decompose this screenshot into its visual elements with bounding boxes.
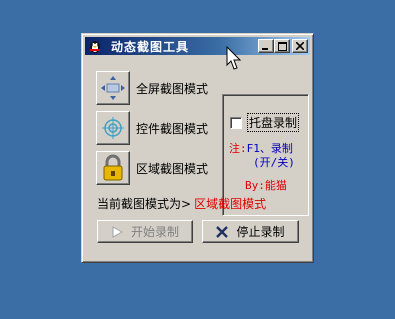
note-toggle: (开/关) <box>253 156 295 169</box>
mode-fullscreen-label: 全屏截图模式 <box>136 81 209 96</box>
start-record-button[interactable]: 开始录制 <box>97 220 193 243</box>
mode-control-label: 控件截图模式 <box>136 121 209 136</box>
play-icon <box>111 225 123 238</box>
mode-region-row[interactable]: 区域截图模式 <box>96 151 208 185</box>
current-mode-value: 区域截图模式 <box>194 197 267 211</box>
target-crosshair-icon <box>102 117 124 139</box>
title-bar[interactable]: 动态截图工具 <box>85 37 310 55</box>
stop-record-label: 停止录制 <box>236 225 285 239</box>
minimize-button[interactable] <box>258 39 274 53</box>
padlock-icon <box>103 154 123 181</box>
maximize-button[interactable] <box>274 39 290 53</box>
mode-region-button[interactable] <box>96 151 130 185</box>
stop-record-button[interactable]: 停止录制 <box>202 220 299 243</box>
mouse-cursor-icon <box>226 45 242 75</box>
tray-record-checkbox[interactable] <box>230 116 242 129</box>
note-prefix: 注: <box>229 142 247 155</box>
x-stop-icon <box>216 225 229 238</box>
app-window: 动态截图工具 全屏截图模式 控件截图模式 区域截图模式 托盘录制 注:F1、录制… <box>81 33 314 263</box>
current-mode-prefix: 当前截图模式为> <box>97 197 192 211</box>
mode-control-row[interactable]: 控件截图模式 <box>96 111 208 145</box>
mode-control-button[interactable] <box>96 111 130 145</box>
minimize-icon <box>262 48 268 50</box>
start-record-label: 开始录制 <box>130 225 179 239</box>
window-title: 动态截图工具 <box>111 39 190 54</box>
mode-fullscreen-button[interactable] <box>96 71 130 105</box>
maximize-icon <box>277 41 287 51</box>
author-label: By:能猫 <box>245 179 287 192</box>
current-mode-status: 当前截图模式为> 区域截图模式 <box>97 195 266 212</box>
tray-record-label[interactable]: 托盘录制 <box>247 113 300 132</box>
close-button[interactable] <box>292 39 308 53</box>
title-buttons <box>258 39 308 53</box>
close-icon <box>296 42 304 50</box>
mode-fullscreen-row[interactable]: 全屏截图模式 <box>96 71 208 105</box>
tray-record-option[interactable]: 托盘录制 <box>230 113 300 132</box>
mode-region-label: 区域截图模式 <box>136 161 209 176</box>
fullscreen-capture-icon <box>101 76 125 100</box>
penguin-app-icon[interactable] <box>87 38 103 54</box>
